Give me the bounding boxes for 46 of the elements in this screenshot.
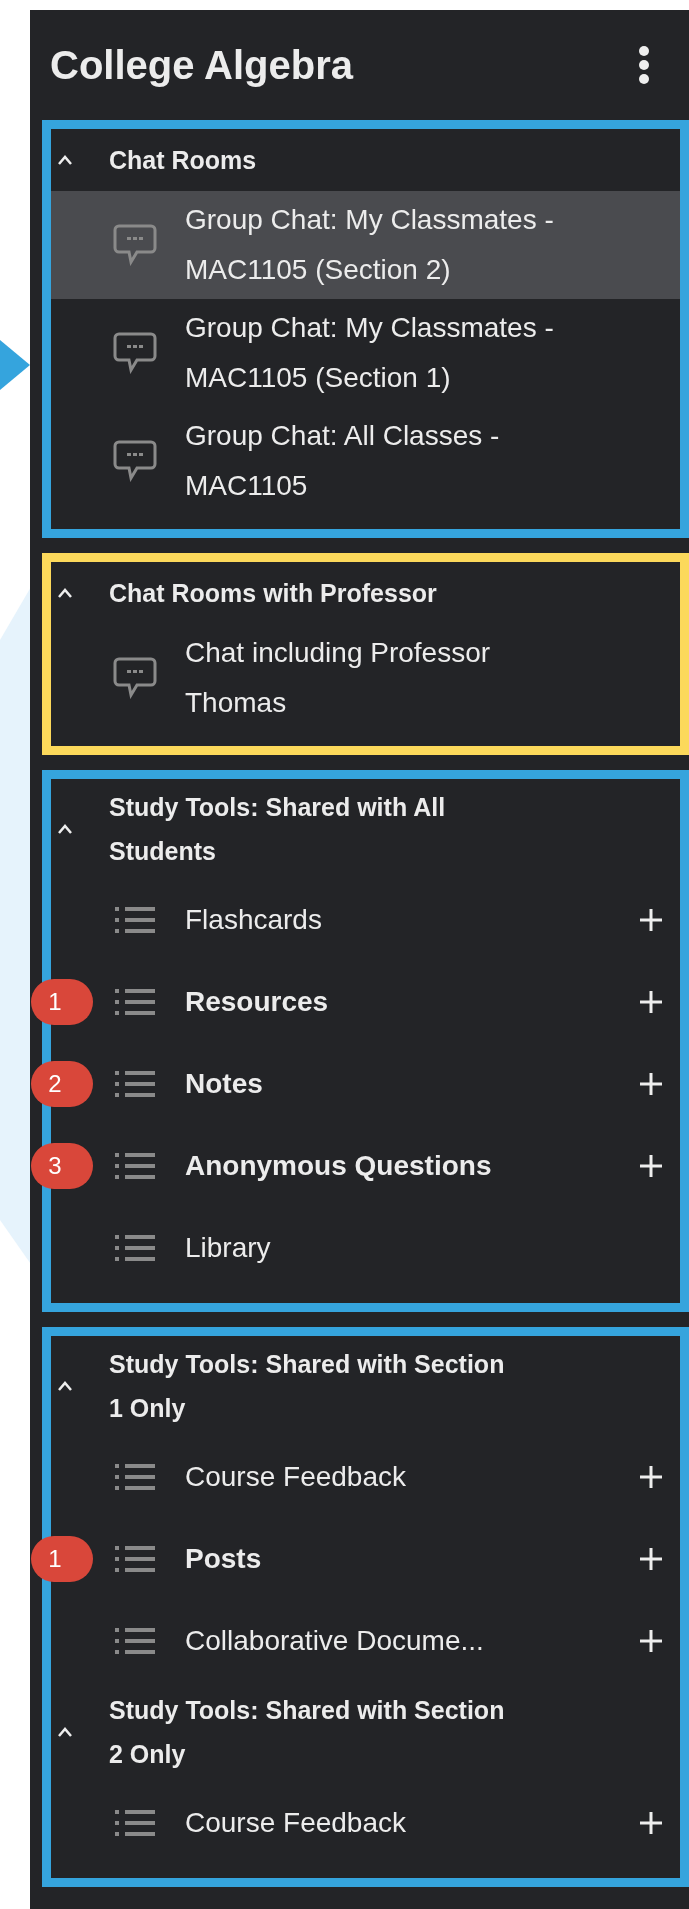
unread-count-badge: 3 bbox=[31, 1143, 93, 1189]
list-icon bbox=[113, 1069, 157, 1099]
add-icon[interactable] bbox=[638, 1810, 664, 1836]
add-icon[interactable] bbox=[638, 1546, 664, 1572]
chat-bubble-icon bbox=[113, 224, 157, 266]
section-header[interactable]: Study Tools: Shared with Section 1 Only bbox=[51, 1336, 680, 1436]
sidebar-item[interactable]: Anonymous Questions bbox=[97, 1125, 680, 1207]
list-icon bbox=[113, 1151, 157, 1181]
list-icon bbox=[113, 1808, 157, 1838]
course-title: College Algebra bbox=[50, 42, 354, 88]
sidebar-item[interactable]: Notes bbox=[97, 1043, 680, 1125]
add-icon[interactable] bbox=[638, 1153, 664, 1179]
add-icon[interactable] bbox=[638, 989, 664, 1015]
list-icon bbox=[113, 1544, 157, 1574]
section-header[interactable]: Study Tools: Shared with Section 2 Only bbox=[51, 1682, 680, 1782]
sidebar-item[interactable]: Posts bbox=[97, 1518, 680, 1600]
sidebar-item[interactable]: Course Feedback bbox=[97, 1436, 680, 1518]
chat-bubble-icon bbox=[113, 657, 157, 699]
sidebar-item[interactable]: Group Chat: All Classes - MAC1105 bbox=[51, 407, 680, 515]
list-icon bbox=[113, 905, 157, 935]
sidebar-item[interactable]: Collaborative Docume... bbox=[97, 1600, 680, 1682]
sidebar-item[interactable]: Chat including Professor Thomas bbox=[51, 624, 680, 732]
add-icon[interactable] bbox=[638, 1628, 664, 1654]
add-icon[interactable] bbox=[638, 1464, 664, 1490]
section-header[interactable]: Study Tools: Shared with All Students bbox=[51, 779, 680, 879]
list-icon bbox=[113, 1462, 157, 1492]
add-icon[interactable] bbox=[638, 907, 664, 933]
section-header[interactable]: Chat Rooms bbox=[51, 129, 680, 191]
chat-bubble-icon bbox=[113, 440, 157, 482]
sidebar-item[interactable]: Resources bbox=[97, 961, 680, 1043]
sidebar-item[interactable]: Library bbox=[97, 1207, 680, 1289]
unread-count-badge: 1 bbox=[31, 1536, 93, 1582]
list-icon bbox=[113, 1626, 157, 1656]
list-icon bbox=[113, 1233, 157, 1263]
sidebar-item[interactable]: Flashcards bbox=[97, 879, 680, 961]
add-icon[interactable] bbox=[638, 1071, 664, 1097]
sidebar-item[interactable]: Group Chat: My Classmates - MAC1105 (Section 2) bbox=[51, 191, 680, 299]
more-options-icon[interactable] bbox=[637, 45, 651, 85]
sidebar-item[interactable]: Course Feedback bbox=[97, 1782, 680, 1864]
unread-count-badge: 2 bbox=[31, 1061, 93, 1107]
chat-bubble-icon bbox=[113, 332, 157, 374]
section-header[interactable]: Chat Rooms with Professor bbox=[51, 562, 680, 624]
sidebar-item[interactable]: Group Chat: My Classmates - MAC1105 (Section 1) bbox=[51, 299, 680, 407]
unread-count-badge: 1 bbox=[31, 979, 93, 1025]
list-icon bbox=[113, 987, 157, 1017]
pointer-arrow-icon bbox=[0, 340, 30, 390]
